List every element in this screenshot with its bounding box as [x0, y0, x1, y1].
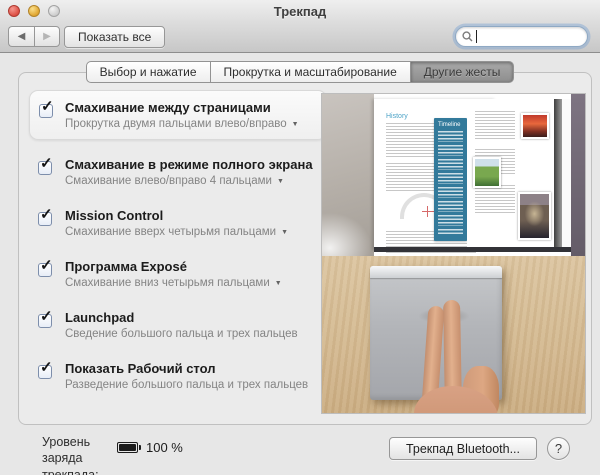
trackpad-preferences-window: Трекпад ◀ ▶ Показать все Выбор и нажатие… — [0, 0, 600, 475]
video-text-lines — [475, 185, 515, 215]
video-screen-recording: History Timeline — [322, 94, 586, 256]
gesture-subtitle-dropdown[interactable]: Прокрутка двумя пальцами влево/вправо ▼ — [65, 118, 320, 130]
video-screen-bezel — [374, 247, 571, 252]
tab-more-gestures[interactable]: Другие жесты — [410, 61, 515, 83]
video-photo-landscape-bridge — [473, 157, 501, 188]
video-room-background — [322, 94, 374, 256]
gesture-item-expose[interactable]: ✓ Программа Exposé Смахивание вниз четыр… — [29, 253, 327, 295]
dropdown-arrow-icon: ▼ — [281, 229, 288, 236]
gesture-title: Launchpad — [65, 310, 321, 325]
gesture-subtitle-text: Смахивание влево/вправо 4 пальцами — [65, 175, 272, 187]
gesture-title: Mission Control — [65, 208, 321, 223]
help-button[interactable]: ? — [547, 437, 570, 460]
window-chrome: Трекпад ◀ ▶ Показать все — [0, 0, 600, 53]
gesture-subtitle-dropdown[interactable]: Смахивание влево/вправо 4 пальцами ▼ — [65, 175, 321, 187]
gesture-subtitle-text: Прокрутка двумя пальцами влево/вправо — [65, 118, 287, 130]
checkmark-icon: ✓ — [41, 99, 54, 114]
gesture-subtitle-text: Смахивание вверх четырьмя пальцами — [65, 226, 276, 238]
video-room-edge — [571, 94, 586, 256]
battery-terminal — [139, 445, 142, 450]
forward-arrow-icon: ▶ — [43, 31, 51, 42]
video-timeline-entries — [438, 131, 463, 235]
tab-point-and-click[interactable]: Выбор и нажатие — [86, 61, 211, 83]
checkbox-launchpad[interactable]: ✓ — [38, 314, 52, 328]
gesture-subtitle-dropdown[interactable]: Смахивание вниз четырьмя пальцами ▼ — [65, 277, 321, 289]
gesture-subtitle-text: Смахивание вниз четырьмя пальцами — [65, 277, 270, 289]
video-timeline-sidebar: Timeline — [434, 118, 467, 241]
bluetooth-trackpad-button[interactable]: Трекпад Bluetooth... — [389, 437, 537, 460]
video-photo-sunset-bridge — [521, 113, 549, 139]
checkbox-fullscreen-swipe[interactable]: ✓ — [38, 161, 52, 175]
trackpad-hinge — [370, 266, 502, 278]
gesture-item-mission-control[interactable]: ✓ Mission Control Смахивание вверх четыр… — [29, 202, 327, 244]
window-title: Трекпад — [0, 4, 600, 19]
battery-fill — [119, 444, 136, 451]
battery-icon — [117, 442, 138, 453]
video-text-lines — [475, 111, 515, 141]
gesture-item-fullscreen-swipe[interactable]: ✓ Смахивание в режиме полного экрана Сма… — [29, 151, 327, 193]
gesture-subtitle-dropdown[interactable]: Смахивание вверх четырьмя пальцами ▼ — [65, 226, 321, 238]
checkbox-swipe-between-pages[interactable]: ✓ — [39, 104, 53, 118]
back-arrow-icon: ◀ — [18, 31, 26, 42]
tab-content-panel: ✓ Смахивание между страницами Прокрутка … — [18, 72, 592, 425]
checkmark-icon: ✓ — [40, 156, 53, 171]
gesture-item-launchpad[interactable]: ✓ Launchpad Сведение большого пальца и т… — [29, 304, 327, 346]
battery-percentage: 100 % — [146, 440, 183, 455]
gesture-demo-video: History Timeline — [321, 93, 586, 414]
search-icon — [462, 31, 473, 42]
checkbox-mission-control[interactable]: ✓ — [38, 212, 52, 226]
forward-button[interactable]: ▶ — [34, 26, 60, 47]
gesture-title: Показать Рабочий стол — [65, 361, 321, 376]
gesture-item-show-desktop[interactable]: ✓ Показать Рабочий стол Разведение больш… — [29, 355, 327, 397]
gesture-list: ✓ Смахивание между страницами Прокрутка … — [29, 90, 327, 406]
checkmark-icon: ✓ — [40, 309, 53, 324]
battery-level-label: Уровень заряда трекпада: — [42, 434, 128, 475]
show-all-button[interactable]: Показать все — [64, 26, 165, 48]
tab-strip: Выбор и нажатие Прокрутка и масштабирова… — [0, 61, 600, 83]
video-desk-scene — [322, 256, 586, 414]
navigation-buttons: ◀ ▶ — [8, 26, 60, 47]
back-button[interactable]: ◀ — [8, 26, 34, 47]
dropdown-arrow-icon: ▼ — [292, 121, 299, 128]
dropdown-arrow-icon: ▼ — [277, 178, 284, 185]
gesture-subtitle-text: Разведение большого пальца и трех пальце… — [65, 379, 321, 391]
gesture-item-swipe-between-pages[interactable]: ✓ Смахивание между страницами Прокрутка … — [29, 90, 327, 140]
gesture-title: Смахивание в режиме полного экрана — [65, 157, 321, 172]
video-book-right-page — [467, 99, 554, 250]
checkmark-icon: ✓ — [40, 360, 53, 375]
video-page-turn-shadow — [554, 99, 562, 250]
checkbox-expose[interactable]: ✓ — [38, 263, 52, 277]
search-input[interactable] — [477, 29, 581, 45]
dropdown-arrow-icon: ▼ — [275, 280, 282, 287]
checkmark-icon: ✓ — [40, 207, 53, 222]
video-photo-tower-bridge — [518, 192, 551, 240]
gesture-title: Программа Exposé — [65, 259, 321, 274]
checkmark-icon: ✓ — [40, 258, 53, 273]
video-timeline-heading: Timeline — [438, 122, 463, 128]
checkbox-show-desktop[interactable]: ✓ — [38, 365, 52, 379]
tab-scroll-and-zoom[interactable]: Прокрутка и масштабирование — [210, 61, 411, 83]
gesture-title: Смахивание между страницами — [65, 100, 320, 115]
search-field[interactable] — [455, 26, 588, 47]
video-next-page-edge — [562, 99, 571, 250]
gesture-subtitle-text: Сведение большого пальца и трех пальцев — [65, 328, 321, 340]
